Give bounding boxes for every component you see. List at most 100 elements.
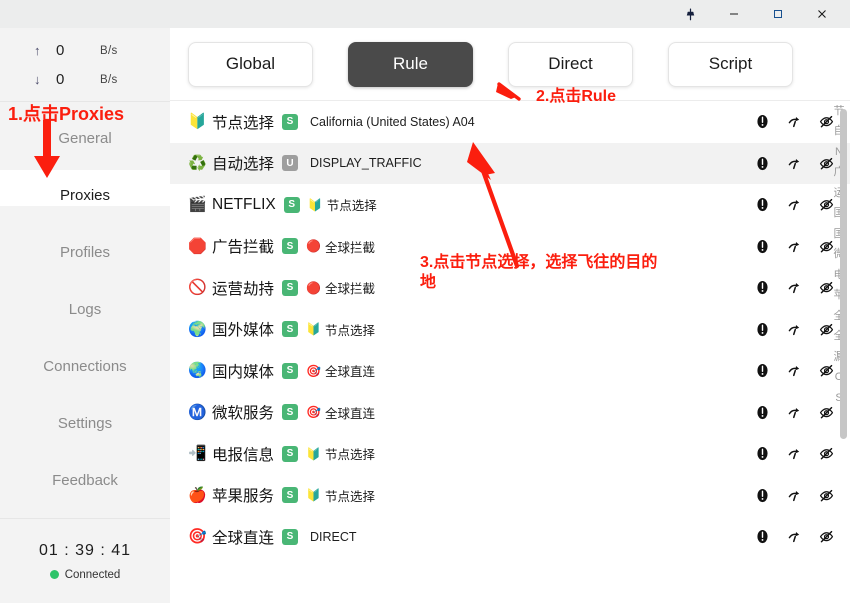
current-node-icon: 🔰 [306, 322, 321, 337]
current-node: 🎯 全球直连 [306, 361, 375, 380]
current-node-label: 全球拦截 [324, 282, 375, 297]
sidebar-nav: General Proxies Profiles Logs Connection… [0, 110, 170, 509]
maximize-icon[interactable] [756, 0, 800, 28]
mode-button-script[interactable]: Script [668, 41, 793, 87]
row-actions [755, 405, 834, 420]
table-row[interactable]: 🎬 NETFLIX S 🔰 节点选择 [170, 184, 850, 226]
group-type-badge: S [282, 445, 299, 462]
sidebar-item-general[interactable]: General [0, 110, 170, 167]
info-icon[interactable] [755, 529, 770, 544]
speed-test-icon[interactable] [787, 197, 802, 212]
download-unit: B/s [100, 73, 118, 86]
sidebar: ↑ 0 B/s ↓ 0 B/s General Proxies Profiles… [0, 28, 170, 603]
group-type-badge: S [282, 321, 299, 338]
minimize-icon[interactable] [712, 0, 756, 28]
group-type-badge: S [282, 362, 299, 379]
upload-arrow-icon: ↑ [34, 43, 41, 58]
row-actions [755, 446, 834, 461]
current-node-icon: 🎯 [306, 405, 321, 420]
mode-button-rule[interactable]: Rule [348, 41, 473, 87]
speed-test-icon[interactable] [787, 322, 802, 337]
current-node-icon: 🔰 [307, 197, 323, 212]
table-row[interactable]: 📲 电报信息 S 🔰 节点选择 [170, 433, 850, 475]
table-row[interactable]: 🌍 国外媒体 S 🔰 节点选择 [170, 309, 850, 351]
current-node: DISPLAY_TRAFFIC [306, 156, 422, 170]
row-actions [755, 197, 834, 212]
group-icon: 🎬 [188, 196, 207, 214]
group-name: 节点选择 [212, 114, 275, 132]
sidebar-item-connections[interactable]: Connections [0, 338, 170, 395]
info-icon[interactable] [755, 280, 770, 295]
group-type-badge: S [282, 279, 299, 296]
info-icon[interactable] [755, 446, 770, 461]
info-icon[interactable] [755, 197, 770, 212]
traffic-stats: ↑ 0 B/s ↓ 0 B/s [0, 28, 170, 102]
info-icon[interactable] [755, 114, 770, 129]
table-row[interactable]: 🎯 全球直连 S DIRECT [170, 516, 850, 558]
status-dot-icon [49, 570, 59, 579]
info-icon[interactable] [755, 488, 770, 503]
speed-test-icon[interactable] [787, 156, 802, 171]
group-type-badge: S [282, 528, 299, 545]
speed-test-icon[interactable] [787, 488, 802, 503]
proxy-group-list[interactable]: 🔰 节点选择 S California (United States) A04 … [170, 101, 850, 603]
scrollbar-thumb[interactable] [840, 109, 847, 439]
table-row[interactable]: 🚫 运营劫持 S 🔴 全球拦截 [170, 267, 850, 309]
table-row[interactable]: 🔰 节点选择 S California (United States) A04 [170, 101, 850, 143]
current-node-icon: 🔰 [306, 488, 321, 503]
info-icon[interactable] [755, 405, 770, 420]
sidebar-item-profiles[interactable]: Profiles [0, 224, 170, 281]
group-icon: ♻️ [188, 154, 207, 172]
current-node: 🔰 节点选择 [306, 486, 375, 505]
current-node-label: 节点选择 [324, 489, 375, 504]
row-actions [755, 488, 834, 503]
group-icon: 🔰 [188, 113, 207, 131]
row-actions [755, 280, 834, 295]
table-row[interactable]: 🍎 苹果服务 S 🔰 节点选择 [170, 475, 850, 517]
current-node-label: DISPLAY_TRAFFIC [310, 156, 422, 171]
speed-test-icon[interactable] [787, 446, 802, 461]
sidebar-item-settings[interactable]: Settings [0, 395, 170, 452]
scrollbar-track[interactable] [840, 101, 847, 571]
row-actions [755, 156, 834, 171]
session-timer: 01 : 39 : 41 [38, 541, 132, 559]
current-node: California (United States) A04 [306, 115, 475, 129]
group-icon: Ⓜ️ [188, 403, 207, 421]
hide-eye-icon[interactable] [819, 529, 834, 544]
table-row[interactable]: 🌏 国内媒体 S 🎯 全球直连 [170, 350, 850, 392]
current-node: 🔰 节点选择 [306, 444, 375, 463]
group-type-badge: U [282, 155, 299, 172]
sidebar-item-feedback[interactable]: Feedback [0, 452, 170, 509]
sidebar-status: 01 : 39 : 41 Connected [0, 518, 170, 603]
table-row[interactable]: Ⓜ️ 微软服务 S 🎯 全球直连 [170, 392, 850, 434]
pin-icon[interactable] [668, 0, 712, 28]
table-row[interactable]: 🛑 广告拦截 S 🔴 全球拦截 [170, 226, 850, 268]
sidebar-item-logs[interactable]: Logs [0, 281, 170, 338]
group-name: 全球直连 [212, 529, 275, 547]
speed-test-icon[interactable] [787, 239, 802, 254]
speed-test-icon[interactable] [787, 529, 802, 544]
current-node-icon: 🎯 [306, 363, 321, 378]
speed-test-icon[interactable] [787, 114, 802, 129]
download-rate-row: ↓ 0 B/s [0, 65, 170, 94]
info-icon[interactable] [755, 156, 770, 171]
group-icon: 🍎 [188, 486, 207, 504]
title-bar [0, 0, 850, 28]
connection-status: Connected [49, 568, 121, 581]
info-icon[interactable] [755, 239, 770, 254]
close-icon[interactable] [800, 0, 844, 28]
mode-button-direct[interactable]: Direct [508, 41, 633, 87]
group-name: 运营劫持 [212, 280, 275, 298]
table-row[interactable]: ♻️ 自动选择 U DISPLAY_TRAFFIC [170, 142, 850, 184]
download-arrow-icon: ↓ [34, 72, 41, 87]
current-node-label: California (United States) A04 [310, 114, 475, 129]
info-icon[interactable] [755, 363, 770, 378]
mode-button-global[interactable]: Global [188, 41, 313, 87]
connection-status-label: Connected [64, 568, 121, 581]
sidebar-item-proxies[interactable]: Proxies [0, 167, 170, 224]
speed-test-icon[interactable] [787, 280, 802, 295]
group-name: NETFLIX [212, 195, 276, 213]
speed-test-icon[interactable] [787, 363, 802, 378]
speed-test-icon[interactable] [787, 405, 802, 420]
info-icon[interactable] [755, 322, 770, 337]
